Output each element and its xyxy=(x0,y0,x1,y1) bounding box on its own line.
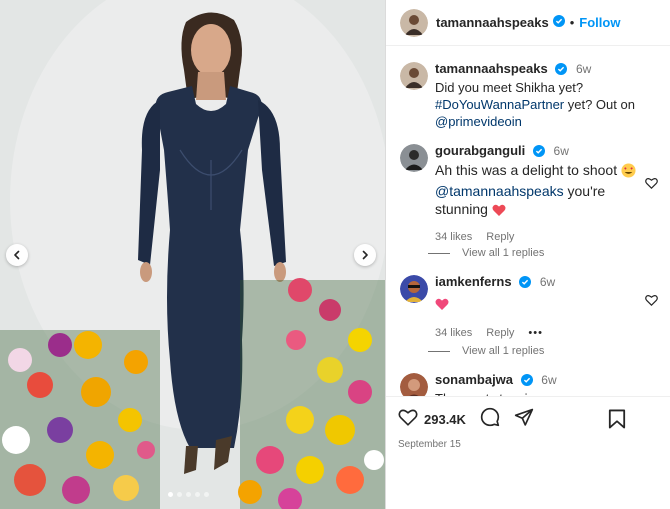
header-separator: • xyxy=(569,15,575,30)
heart-eyes-emoji-icon xyxy=(621,163,636,182)
like-comment-heart-icon[interactable] xyxy=(645,293,658,311)
commenter-avatar[interactable] xyxy=(400,144,428,172)
post-photo[interactable] xyxy=(0,0,385,509)
view-replies-button[interactable]: View all 1 replies xyxy=(428,345,544,357)
like-count[interactable]: 293.4K xyxy=(424,412,466,427)
author-avatar[interactable] xyxy=(400,8,428,37)
carousel-dot xyxy=(168,492,173,497)
hashtag-link[interactable]: #DoYouWannaPartner xyxy=(435,97,564,112)
share-icon[interactable] xyxy=(514,407,534,432)
comment-likes[interactable]: 34 likes xyxy=(435,229,472,246)
follow-button[interactable]: Follow xyxy=(579,15,620,30)
comment-time: 6w xyxy=(553,144,569,158)
chevron-left-icon xyxy=(14,250,20,260)
verified-badge-icon xyxy=(532,144,545,161)
carousel-dot xyxy=(177,492,182,497)
comment-icon[interactable] xyxy=(480,407,500,432)
comment-item: iamkenferns 6w 34 likes Reply ••• xyxy=(400,273,664,342)
carousel-dot xyxy=(186,492,191,497)
carousel-next-button[interactable] xyxy=(354,244,376,266)
replies-divider xyxy=(428,350,450,352)
comment-username[interactable]: gourabganguli xyxy=(435,143,525,158)
comment-text: Ah this was a delight to shoot xyxy=(435,162,618,178)
carousel-dot xyxy=(204,492,209,497)
carousel-indicator xyxy=(168,492,209,497)
post-header: tamannaahspeaks • Follow xyxy=(386,0,670,46)
comment-text: stunning xyxy=(435,201,488,217)
more-options-button[interactable]: ••• xyxy=(528,325,543,342)
red-heart-emoji-icon xyxy=(492,203,506,221)
comment-time: 6w xyxy=(541,373,557,387)
author-username[interactable]: tamannaahspeaks xyxy=(436,15,549,30)
view-replies-label: View all 1 replies xyxy=(462,345,545,357)
comment-item: gourabganguli 6w Ah this was a delight t… xyxy=(400,142,664,246)
comment-username[interactable]: sonambajwa xyxy=(435,372,513,387)
save-icon[interactable] xyxy=(608,409,626,434)
carousel-prev-button[interactable] xyxy=(6,244,28,266)
verified-badge-icon xyxy=(555,62,568,79)
like-comment-heart-icon[interactable] xyxy=(645,176,658,194)
verified-badge-icon xyxy=(520,373,533,390)
replies-divider xyxy=(428,252,450,254)
reply-button[interactable]: Reply xyxy=(486,325,514,342)
pink-heart-emoji-icon xyxy=(435,298,449,315)
caption: tamannaahspeaks 6w Did you meet Shikha y… xyxy=(400,60,664,130)
caption-text: yet? Out on xyxy=(564,97,635,112)
post-side-panel: tamannaahspeaks • Follow tamannaahspeaks… xyxy=(386,0,670,509)
commenter-avatar[interactable] xyxy=(400,275,428,303)
view-replies-label: View all 1 replies xyxy=(462,247,545,259)
post-actions: 293.4K September 15 xyxy=(386,396,670,509)
comment-username[interactable]: iamkenferns xyxy=(435,274,512,289)
author-avatar[interactable] xyxy=(400,62,428,90)
verified-badge-icon xyxy=(519,275,532,292)
comment-time: 6w xyxy=(575,62,592,76)
carousel-dot xyxy=(195,492,200,497)
verified-badge-icon xyxy=(552,14,565,32)
comment-text: you're xyxy=(563,183,606,199)
mention-link[interactable]: @tamannaahspeaks xyxy=(435,183,564,199)
comment-time: 6w xyxy=(539,275,556,289)
post-date: September 15 xyxy=(398,439,461,450)
caption-line-1: Did you meet Shikha yet? xyxy=(435,80,584,95)
view-replies-button[interactable]: View all 1 replies xyxy=(428,247,544,259)
chevron-right-icon xyxy=(362,250,368,260)
comment-likes[interactable]: 34 likes xyxy=(435,325,472,342)
like-heart-icon[interactable] xyxy=(398,408,418,431)
photo-illustration xyxy=(0,0,385,509)
mention-link[interactable]: @primevideoin xyxy=(435,113,664,130)
comment-username[interactable]: tamannaahspeaks xyxy=(435,61,548,76)
reply-button[interactable]: Reply xyxy=(486,229,514,246)
